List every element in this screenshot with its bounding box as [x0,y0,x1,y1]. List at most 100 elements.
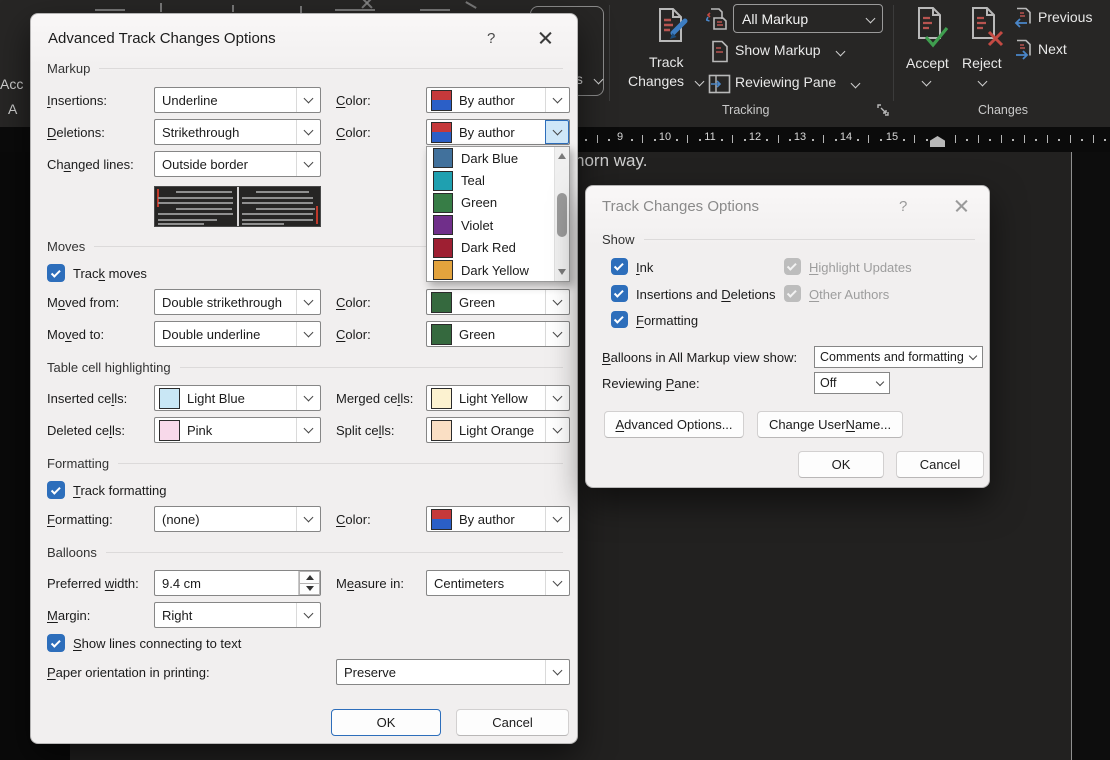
help-button[interactable]: ? [487,30,495,47]
paper-orientation-select[interactable]: Preserve [336,659,570,685]
other-authors-label: Other Authors [809,287,889,302]
by-author-swatch [431,90,452,111]
ok-button[interactable]: OK [331,709,441,736]
chevron-down-icon[interactable] [545,660,569,684]
measure-in-select[interactable]: Centimeters [426,570,570,596]
cancel-button[interactable]: Cancel [456,709,569,736]
color-option[interactable]: Dark Blue [427,147,554,169]
formatting-select[interactable]: (none) [154,506,321,532]
ok-button[interactable]: OK [798,451,884,478]
color-option[interactable]: Dark Yellow [427,259,554,281]
balloons-show-select[interactable]: Comments and formatting [814,346,983,368]
chevron-down-icon[interactable] [871,373,889,393]
color-label: Color: [336,125,371,140]
display-for-review-select[interactable]: All Markup [733,4,883,33]
tracking-dialog-launcher-icon[interactable] [876,103,890,117]
chevron-down-icon[interactable] [296,507,320,531]
chevron-down-icon[interactable] [296,603,320,627]
chevron-down-icon[interactable] [545,88,569,112]
deletions-color-select[interactable]: By author [426,119,570,145]
moved-from-color-select[interactable]: Green [426,289,570,315]
document-text: norn way. [575,151,647,171]
chevron-down-icon[interactable] [545,571,569,595]
color-option[interactable]: Teal [427,169,554,191]
chevron-down-icon[interactable] [964,347,982,367]
scrollbar-thumb[interactable] [557,193,567,237]
moved-to-color-select[interactable]: Green [426,321,570,347]
spinner [298,571,320,595]
previous-button[interactable]: Previous [1010,6,1106,32]
chevron-down-icon[interactable] [545,120,569,144]
deleted-cells-select[interactable]: Pink [154,417,321,443]
chevron-down-icon [695,77,705,87]
preferred-width-stepper[interactable]: 9.4 cm [154,570,321,596]
chevron-down-icon[interactable] [296,386,320,410]
insertions-deletions-checkbox[interactable] [611,285,628,302]
insertions-select[interactable]: Underline [154,87,321,113]
chevron-down-icon[interactable] [296,88,320,112]
accept-icon [913,6,951,54]
chevron-down-icon[interactable] [545,290,569,314]
highlight-updates-checkbox [784,258,801,275]
cancel-button[interactable]: Cancel [896,451,984,478]
changed-lines-select[interactable]: Outside border [154,151,321,177]
spin-down-icon[interactable] [299,583,320,596]
indent-marker[interactable] [930,136,945,147]
inserted-cells-select[interactable]: Light Blue [154,385,321,411]
insertions-color-select[interactable]: By author [426,87,570,113]
track-changes-button[interactable]: Track Changes [618,2,712,102]
preferred-width-label: Preferred width: [47,576,139,591]
chevron-down-icon[interactable] [296,152,320,176]
dropdown-scrollbar[interactable] [554,147,569,281]
formatting-label: Formatting: [47,512,113,527]
chevron-down-icon[interactable] [296,322,320,346]
track-moves-checkbox[interactable] [47,264,65,282]
color-option[interactable]: Violet [427,214,554,236]
accept-button[interactable]: Accept [900,2,958,102]
close-icon[interactable] [534,26,558,50]
split-cells-select[interactable]: Light Orange [426,417,570,443]
reject-button[interactable]: Reject [958,2,1010,102]
show-markup-button[interactable]: Show Markup [706,39,866,65]
chevron-down-icon[interactable] [296,120,320,144]
changed-lines-label: Changed lines: [47,157,134,172]
help-button[interactable]: ? [899,198,907,215]
advanced-options-button[interactable]: Advanced Options... [604,411,744,438]
chevron-down-icon[interactable] [545,322,569,346]
chevron-down-icon[interactable] [296,418,320,442]
next-button[interactable]: Next [1010,38,1106,64]
chevron-down-icon[interactable] [296,290,320,314]
color-swatch [433,260,453,280]
reviewing-pane-select[interactable]: Off [814,372,890,394]
spin-up-icon[interactable] [299,571,320,583]
moved-to-select[interactable]: Double underline [154,321,321,347]
chevron-down-icon[interactable] [545,418,569,442]
clipped-icon-fragment [232,5,234,12]
ink-checkbox[interactable] [611,258,628,275]
color-label: Color: [336,327,371,342]
color-label: Color: [336,512,371,527]
margin-select[interactable]: Right [154,602,321,628]
formatting-checkbox[interactable] [611,311,628,328]
deletions-select[interactable]: Strikethrough [154,119,321,145]
moved-from-select[interactable]: Double strikethrough [154,289,321,315]
deletions-label: Deletions: [47,125,105,140]
split-cells-label: Split cells: [336,423,395,438]
paper-orientation-label: Paper orientation in printing: [47,665,210,680]
show-lines-checkbox[interactable] [47,634,65,652]
by-author-swatch [431,509,452,530]
close-icon[interactable] [950,194,974,218]
clipped-icon-fragment [420,9,450,11]
group-separator [609,5,610,101]
color-option[interactable]: Dark Red [427,237,554,259]
change-user-name-button[interactable]: Change User Name... [757,411,903,438]
chevron-down-icon[interactable] [545,386,569,410]
chevron-down-icon[interactable] [545,507,569,531]
merged-cells-select[interactable]: Light Yellow [426,385,570,411]
color-option[interactable]: Green [427,192,554,214]
formatting-color-select[interactable]: By author [426,506,570,532]
scroll-down-icon[interactable] [558,269,566,275]
track-formatting-checkbox[interactable] [47,481,65,499]
reviewing-pane-button[interactable]: Reviewing Pane [704,71,869,97]
scroll-up-icon[interactable] [558,153,566,159]
